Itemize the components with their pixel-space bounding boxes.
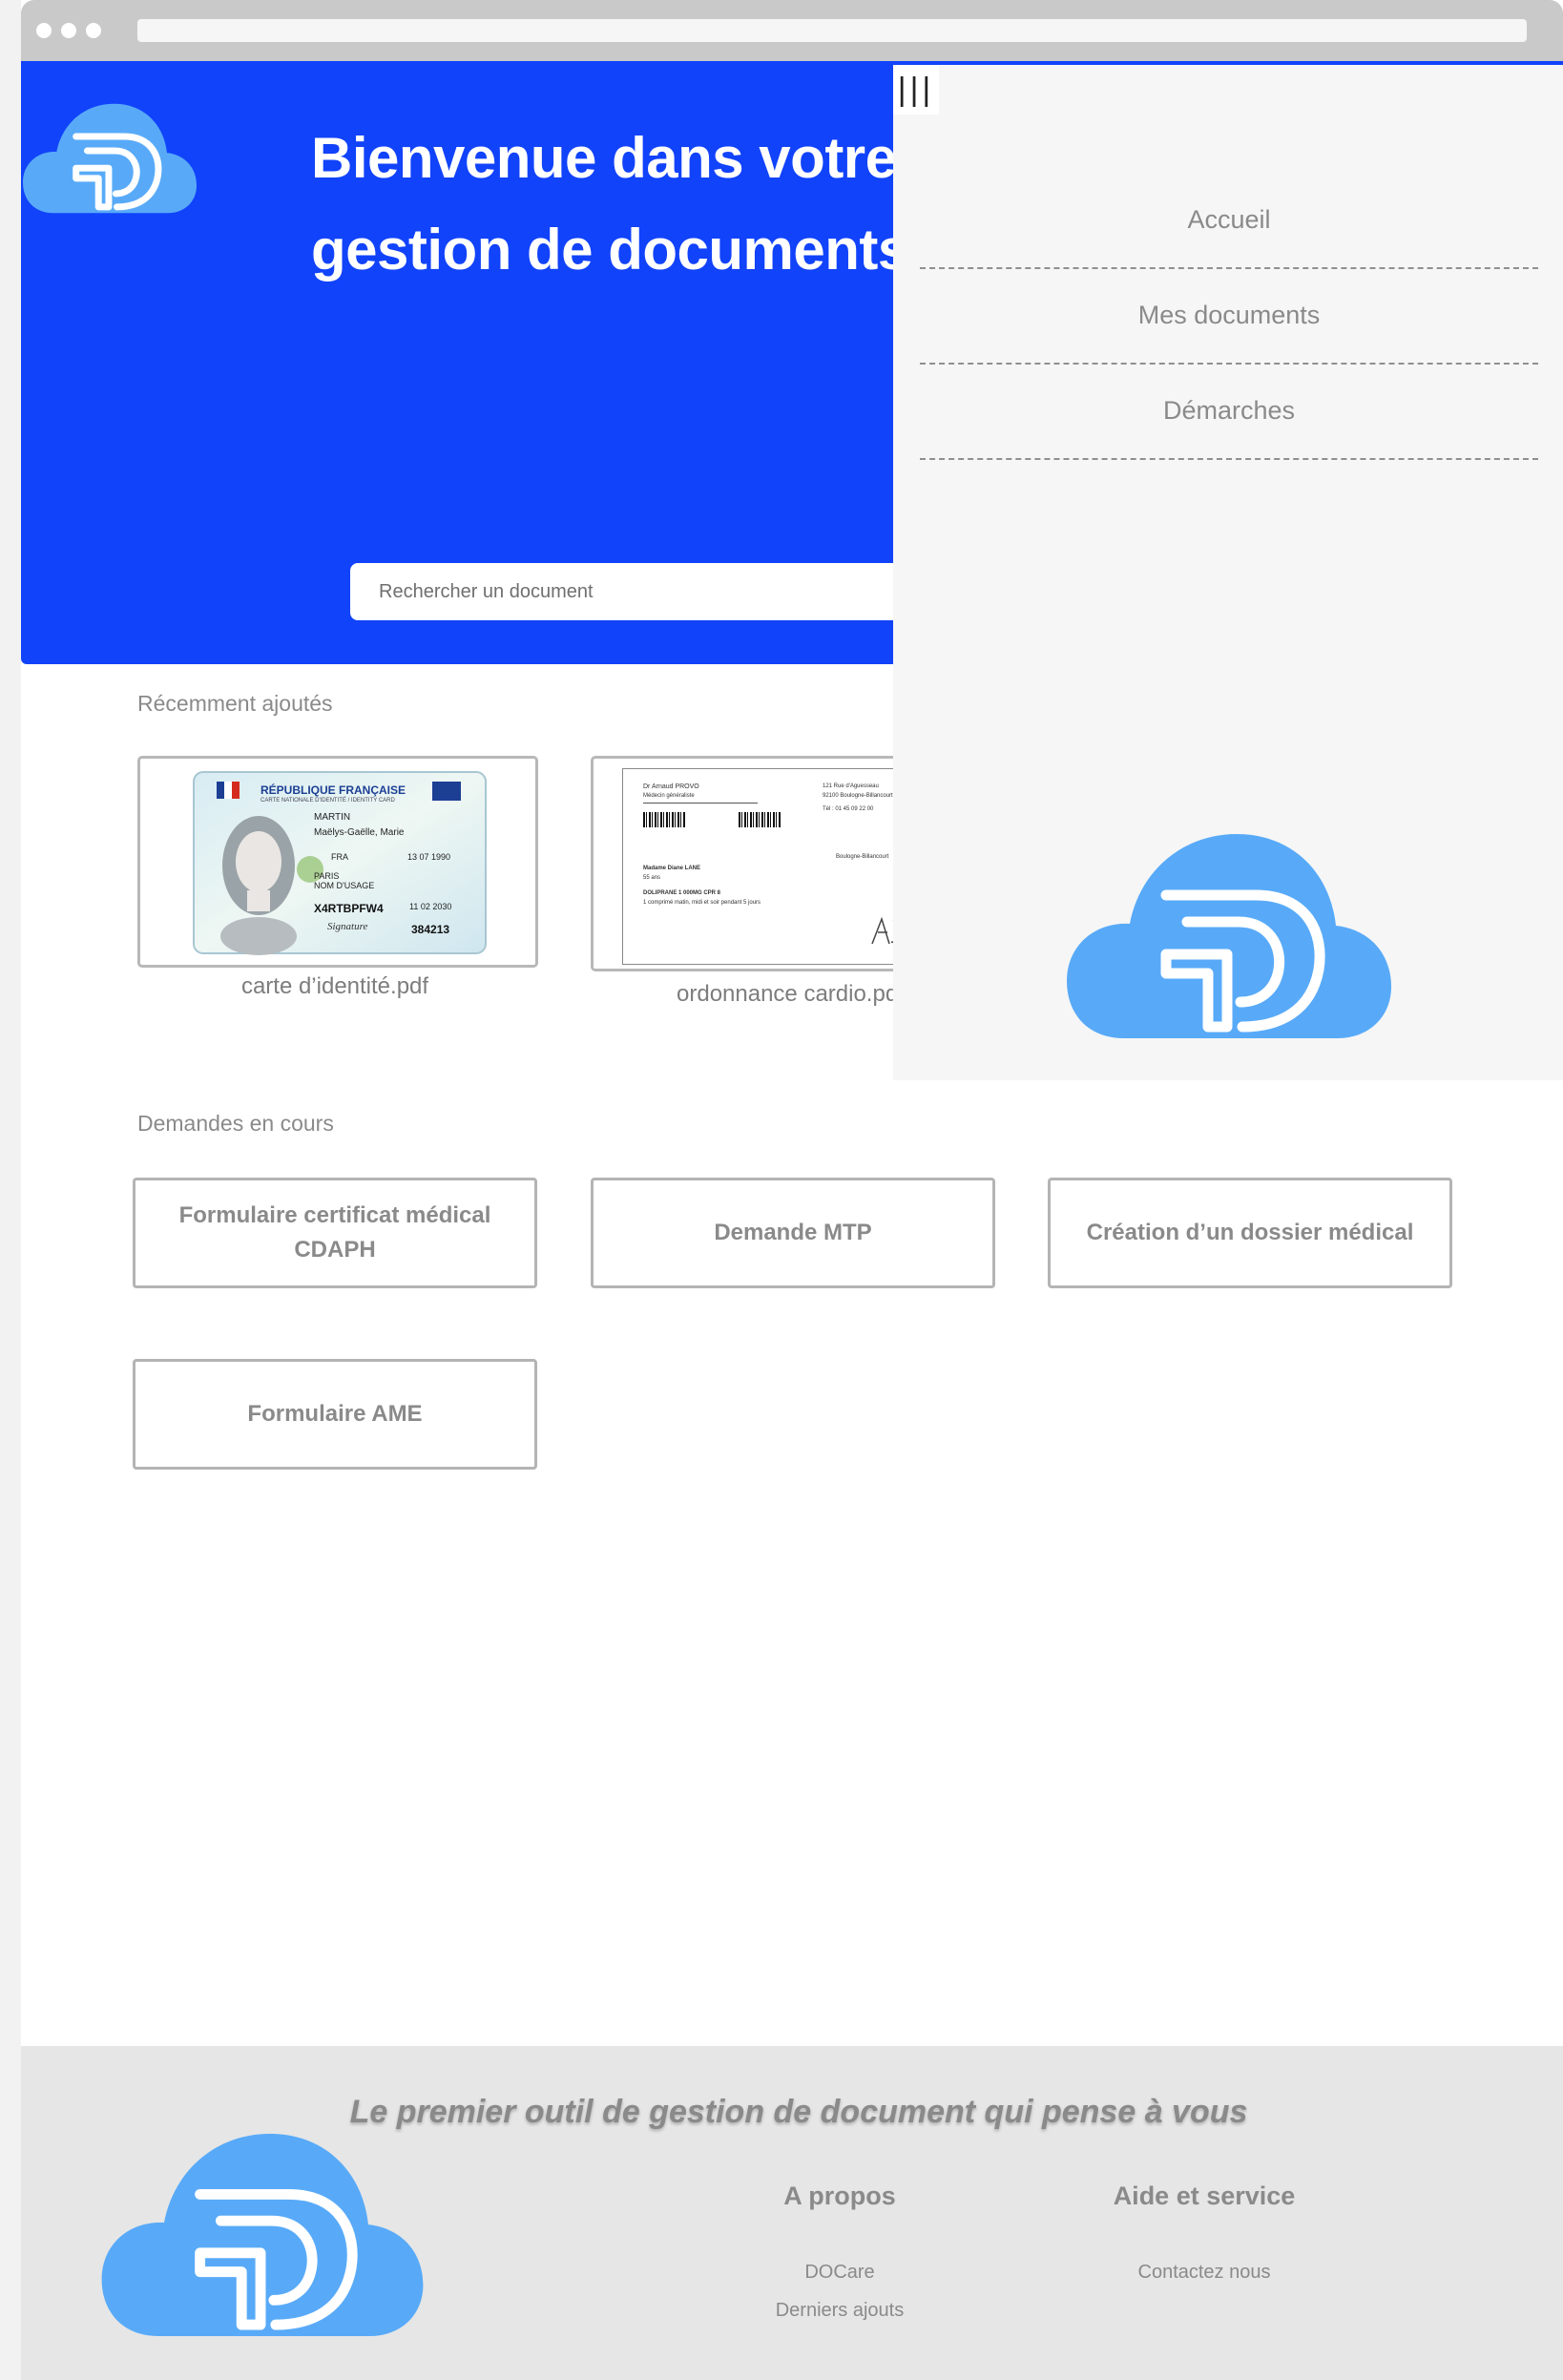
document-name-id[interactable]: carte d’identité.pdf — [137, 973, 532, 1000]
menu-item-accueil[interactable]: Accueil — [920, 172, 1538, 269]
prescription-city: Boulogne-Billancourt — [836, 854, 889, 860]
footer: Le premier outil de gestion de document … — [21, 2046, 1563, 2380]
footer-link-docare[interactable]: DOCare — [697, 2262, 983, 2284]
window-close-dot[interactable] — [36, 23, 52, 38]
document-card-id[interactable]: RÉPUBLIQUE FRANÇAISE CARTE NATIONALE D'I… — [137, 756, 538, 968]
prescription-dosage: 1 comprimé matin, midi et soir pendant 5… — [643, 900, 761, 906]
prescription-rule — [643, 803, 758, 804]
prescription-doctor: Dr Arnaud PROVO — [643, 783, 699, 790]
requests-section-label: Demandes en cours — [137, 1111, 334, 1136]
id-card-subtitle: CARTE NATIONALE D'IDENTITÉ / IDENTITY CA… — [260, 798, 395, 804]
footer-link-derniers-ajouts[interactable]: Derniers ajouts — [697, 2300, 983, 2322]
footer-tagline: Le premier outil de gestion de document … — [349, 2094, 1248, 2130]
request-cdaph-button[interactable]: Formulaire certificat médical CDAPH — [133, 1178, 537, 1288]
footer-logo-icon[interactable] — [101, 2134, 424, 2336]
cloud-logo-icon[interactable] — [23, 103, 197, 214]
window-minimize-dot[interactable] — [61, 23, 76, 38]
window-maximize-dot[interactable] — [86, 23, 101, 38]
id-card-can: 384213 — [411, 923, 450, 936]
recent-section-label: Récemment ajoutés — [137, 691, 333, 716]
prescription-phone: Tél : 01 45 09 22 00 — [823, 806, 874, 812]
prescription-drug: DOLIPRANE 1 000MG CPR 8 — [643, 890, 721, 896]
footer-link-contact[interactable]: Contactez nous — [1061, 2262, 1347, 2284]
menu-item-demarches[interactable]: Démarches — [920, 363, 1538, 460]
id-card-birth-place: PARIS — [314, 871, 340, 881]
prescription-address2: 92100 Boulogne-Billancourt — [823, 793, 893, 799]
id-card-nationality: FRA — [331, 852, 348, 862]
prescription-address1: 121 Rue d'Aguesseau — [823, 783, 879, 789]
side-menu: ||| Accueil Mes documents Démarches — [893, 65, 1563, 1080]
id-card-given-names: Maëlys-Gaëlle, Marie — [314, 827, 405, 838]
side-menu-logo-icon — [1067, 834, 1391, 1038]
prescription-patient: Madame Diane LANE — [643, 866, 701, 871]
prescription-specialty: Médecin généraliste — [643, 793, 695, 799]
id-card-usage-name: NOM D'USAGE — [314, 881, 375, 890]
address-bar[interactable] — [137, 19, 1527, 42]
prescription-barcode-1 — [643, 812, 685, 827]
id-card-surname: MARTIN — [314, 812, 351, 823]
prescription-barcode-2 — [739, 812, 781, 827]
menu-toggle-icon[interactable]: ||| — [893, 65, 939, 115]
id-card-expiry: 11 02 2030 — [409, 902, 452, 911]
menu-item-mes-documents[interactable]: Mes documents — [920, 267, 1538, 365]
request-ame-button[interactable]: Formulaire AME — [133, 1359, 537, 1470]
prescription-age: 55 ans — [643, 875, 661, 881]
id-card-doc-number: X4RTBPFW4 — [314, 902, 384, 915]
footer-about-title: A propos — [783, 2182, 896, 2210]
id-card-birth-date: 13 07 1990 — [407, 852, 451, 862]
id-card-signature: Signature — [327, 921, 368, 932]
id-card-country: RÉPUBLIQUE FRANÇAISE — [260, 783, 406, 797]
request-medical-file-button[interactable]: Création d’un dossier médical — [1048, 1178, 1452, 1288]
request-mtp-button[interactable]: Demande MTP — [591, 1178, 995, 1288]
footer-help-title: Aide et service — [1113, 2182, 1296, 2210]
